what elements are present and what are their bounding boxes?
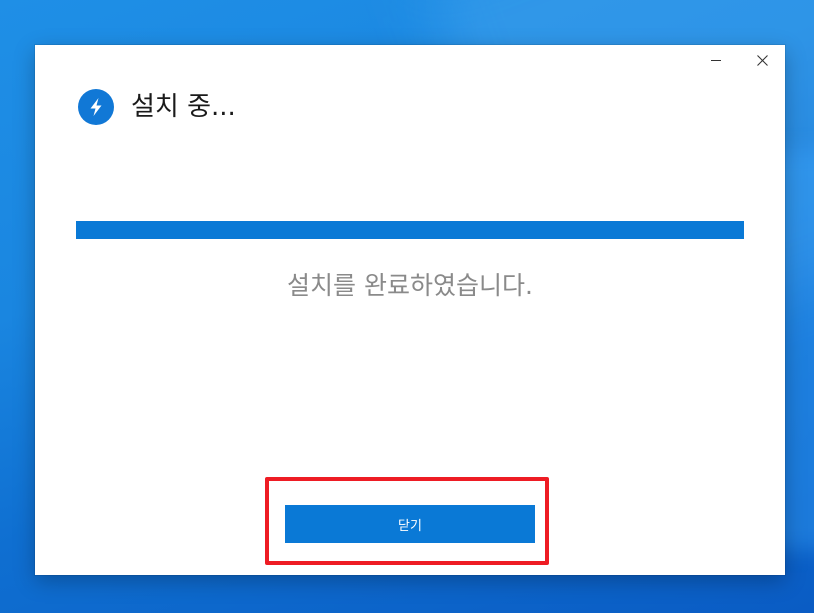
installer-dialog: 설치 중... 설치를 완료하였습니다. 닫기 [35,45,785,575]
progress-bar-fill [76,221,744,239]
window-close-button[interactable] [739,45,785,75]
status-message: 설치를 완료하였습니다. [287,271,533,300]
dialog-title: 설치 중... [131,92,236,122]
minimize-button[interactable] [693,45,739,75]
progress-bar [76,221,744,239]
close-icon [756,54,768,66]
minimize-icon [711,59,721,61]
desktop-background: 설치 중... 설치를 완료하였습니다. 닫기 [0,0,814,613]
close-button[interactable]: 닫기 [285,505,535,543]
lightning-bolt-icon [78,89,114,125]
lightning-bolt-glyph [90,98,102,116]
